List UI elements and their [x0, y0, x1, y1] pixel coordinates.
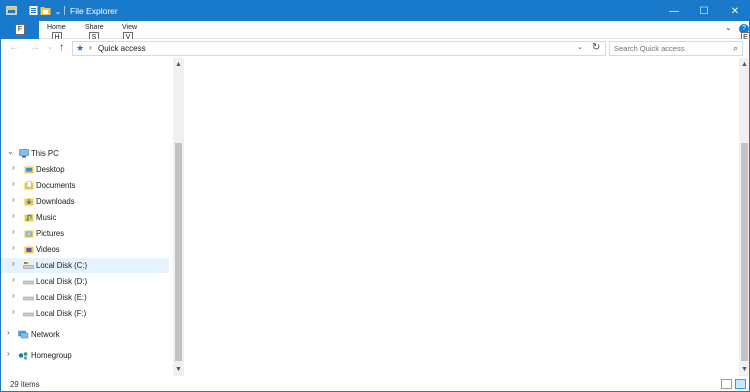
large-icons-view-button[interactable]: [735, 379, 746, 389]
navigation-pane-scrollbar[interactable]: ▲ ▼: [173, 58, 184, 376]
file-explorer-window: ⌄ File Explorer — ☐ ✕ F Home H Share S V…: [0, 0, 750, 392]
address-dropdown-chevron-icon[interactable]: ⌄: [577, 43, 583, 51]
drive-icon: [23, 280, 34, 285]
scrollbar-thumb[interactable]: [175, 143, 182, 361]
new-folder-icon[interactable]: [40, 5, 51, 16]
file-explorer-icon: [6, 6, 17, 15]
nav-item-music[interactable]: › Music: [1, 210, 169, 225]
nav-label-local-disk-e: Local Disk (E:): [36, 293, 87, 302]
search-input[interactable]: Search Quick access ⌕: [609, 41, 743, 56]
nav-label-desktop: Desktop: [36, 165, 65, 174]
file-tab[interactable]: F: [1, 21, 39, 39]
nav-item-network[interactable]: › Network: [1, 327, 169, 342]
expand-chevron-icon[interactable]: ›: [12, 227, 15, 236]
nav-label-videos: Videos: [36, 245, 60, 254]
recent-locations-chevron-icon[interactable]: ⌄: [47, 42, 53, 54]
minimize-button[interactable]: —: [659, 1, 689, 21]
breadcrumb-location[interactable]: Quick access: [98, 44, 146, 53]
tab-home[interactable]: Home: [47, 24, 66, 31]
music-folder-icon: [24, 214, 34, 222]
nav-label-network: Network: [31, 330, 60, 339]
expand-chevron-icon[interactable]: ›: [12, 259, 15, 268]
file-list-area[interactable]: [184, 58, 739, 376]
forward-arrow-icon[interactable]: →: [30, 42, 40, 54]
expand-chevron-icon[interactable]: ›: [12, 307, 15, 316]
quick-access-star-icon: ★: [76, 43, 85, 53]
nav-item-pictures[interactable]: › Pictures: [1, 226, 169, 241]
drive-icon: [23, 312, 34, 317]
documents-folder-icon: [24, 181, 34, 190]
back-arrow-icon[interactable]: ←: [9, 42, 19, 54]
nav-item-documents[interactable]: › Documents: [1, 178, 169, 193]
nav-label-downloads: Downloads: [36, 197, 75, 206]
search-icon[interactable]: ⌕: [733, 43, 738, 54]
nav-label-pictures: Pictures: [36, 229, 65, 238]
expand-chevron-icon[interactable]: ›: [12, 179, 15, 188]
nav-item-this-pc[interactable]: ⌄ This PC: [1, 146, 169, 161]
details-view-button[interactable]: [721, 379, 732, 389]
nav-label-this-pc: This PC: [31, 149, 59, 158]
nav-label-music: Music: [36, 213, 57, 222]
scroll-up-arrow-icon[interactable]: ▲: [741, 61, 748, 68]
expand-chevron-icon[interactable]: ›: [12, 243, 15, 252]
downloads-folder-icon: [24, 198, 34, 206]
drive-icon: [23, 296, 34, 301]
properties-icon[interactable]: [28, 5, 39, 16]
ribbon-tab-strip: F Home H Share S View V ⌄ ? E: [1, 21, 749, 43]
computer-icon: [19, 149, 29, 158]
expand-chevron-icon[interactable]: ›: [12, 195, 15, 204]
videos-folder-icon: [24, 246, 34, 254]
nav-item-desktop[interactable]: › Desktop: [1, 162, 169, 177]
nav-item-local-disk-e[interactable]: › Local Disk (E:): [1, 290, 169, 305]
search-placeholder: Search Quick access: [614, 44, 685, 53]
scroll-down-arrow-icon[interactable]: ▼: [175, 366, 182, 373]
desktop-folder-icon: [24, 166, 34, 174]
expand-chevron-icon[interactable]: ›: [12, 211, 15, 220]
customize-toolbar-chevron-icon[interactable]: ⌄: [53, 1, 63, 21]
nav-item-local-disk-d[interactable]: › Local Disk (D:): [1, 274, 169, 289]
system-drive-icon: [23, 262, 34, 269]
nav-label-local-disk-c: Local Disk (C:): [36, 261, 88, 270]
address-bar[interactable]: ★ › Quick access ⌄ ↻: [72, 41, 606, 56]
nav-item-homegroup[interactable]: › Homegroup: [1, 348, 169, 363]
pictures-folder-icon: [24, 230, 34, 238]
homegroup-icon: [18, 352, 28, 360]
scroll-down-arrow-icon[interactable]: ▼: [741, 366, 748, 373]
close-button[interactable]: ✕: [720, 1, 749, 21]
expand-chevron-icon[interactable]: ›: [7, 349, 10, 358]
nav-item-videos[interactable]: › Videos: [1, 242, 169, 257]
nav-item-downloads[interactable]: › Downloads: [1, 194, 169, 209]
maximize-button[interactable]: ☐: [689, 1, 719, 21]
nav-item-local-disk-f[interactable]: › Local Disk (F:): [1, 306, 169, 321]
expand-chevron-icon[interactable]: ›: [12, 291, 15, 300]
breadcrumb-separator[interactable]: ›: [89, 43, 92, 52]
navigation-pane: ⌄ This PC › Desktop › Documents › Downlo…: [1, 58, 173, 376]
tab-view[interactable]: View: [122, 24, 137, 31]
expand-ribbon-chevron-icon[interactable]: ⌄: [725, 23, 732, 32]
nav-item-local-disk-c[interactable]: › Local Disk (C:): [1, 258, 169, 273]
content-scrollbar[interactable]: ▲ ▼: [739, 58, 749, 376]
scroll-up-arrow-icon[interactable]: ▲: [175, 61, 182, 68]
scrollbar-thumb[interactable]: [741, 143, 748, 361]
tab-share[interactable]: Share: [85, 24, 104, 31]
expand-chevron-icon[interactable]: ›: [7, 328, 10, 337]
nav-label-homegroup: Homegroup: [31, 351, 72, 360]
collapse-chevron-icon[interactable]: ⌄: [7, 147, 14, 156]
refresh-icon[interactable]: ↻: [592, 42, 600, 53]
status-bar: 29 items: [1, 376, 749, 391]
address-row: ← → ⌄ ↑ ★ › Quick access ⌄ ↻ Search Quic…: [1, 39, 749, 58]
window-title: File Explorer: [70, 6, 118, 16]
nav-label-documents: Documents: [36, 181, 76, 190]
title-bar: ⌄ File Explorer — ☐ ✕: [1, 1, 749, 21]
network-icon: [18, 330, 29, 339]
expand-chevron-icon[interactable]: ›: [12, 163, 15, 172]
file-keytip: F: [15, 24, 25, 35]
expand-chevron-icon[interactable]: ›: [12, 275, 15, 284]
up-arrow-icon[interactable]: ↑: [59, 42, 64, 54]
nav-label-local-disk-f: Local Disk (F:): [36, 309, 87, 318]
title-separator: [64, 6, 65, 15]
item-count: 29 items: [10, 380, 40, 389]
nav-label-local-disk-d: Local Disk (D:): [36, 277, 88, 286]
